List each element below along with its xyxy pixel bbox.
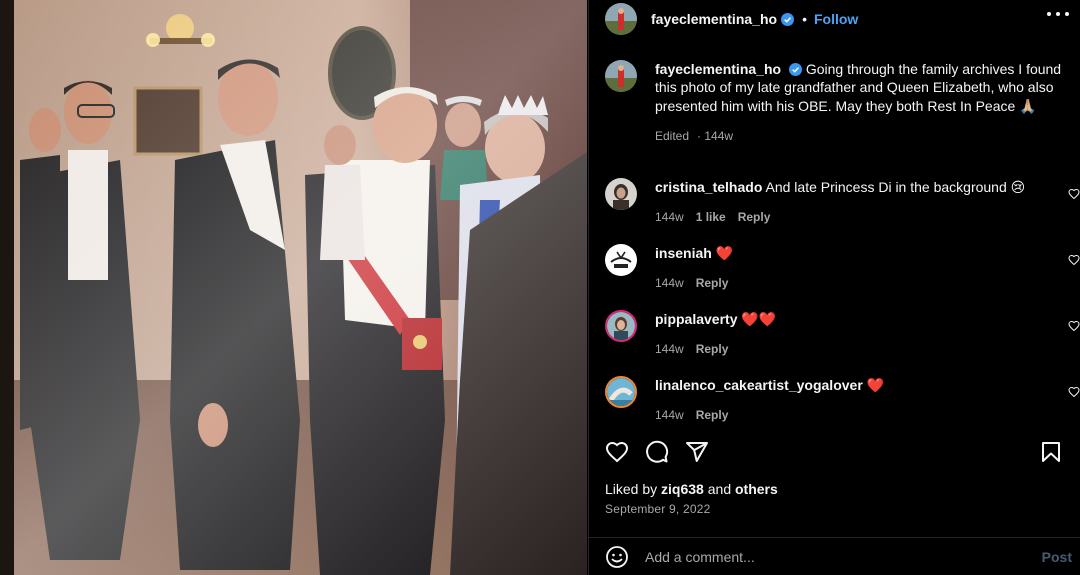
post-side-panel: fayeclementina_ho • Follow fayeclementin…	[588, 0, 1080, 575]
comment-text: ❤️❤️	[741, 311, 777, 327]
comment-username[interactable]: inseniah	[655, 245, 712, 261]
comment-likes[interactable]: 1 like	[696, 208, 726, 226]
comment-timestamp[interactable]: 144w	[655, 340, 684, 358]
commenter-avatar[interactable]	[605, 178, 637, 210]
emoji-icon[interactable]	[605, 545, 629, 569]
comment-timestamp[interactable]: 144w	[655, 274, 684, 292]
comment-composer: Post	[589, 537, 1080, 575]
post-date[interactable]: September 9, 2022	[605, 502, 710, 516]
likes-summary: Liked by ziq638 and others	[605, 481, 778, 497]
comment-item: cristina_telhado And late Princess Di in…	[605, 178, 1080, 226]
comment-username[interactable]: linalenco_cakeartist_yogalover	[655, 377, 863, 393]
archive-photo-image	[0, 0, 587, 575]
author-username[interactable]: fayeclementina_ho	[651, 11, 777, 27]
caption-verified-badge-icon	[788, 63, 802, 76]
caption-avatar[interactable]	[605, 60, 637, 92]
separator-dot: •	[802, 11, 807, 27]
reply-button[interactable]: Reply	[696, 406, 729, 424]
reply-button[interactable]: Reply	[696, 274, 729, 292]
comment-like-heart-icon[interactable]	[1068, 386, 1080, 398]
post-actions-bar	[605, 440, 1067, 464]
comment-username[interactable]: pippalaverty	[655, 311, 737, 327]
verified-badge-icon	[781, 12, 795, 26]
post-comment-button[interactable]: Post	[1042, 549, 1072, 565]
comment-item: pippalaverty ❤️❤️ 144w Reply	[605, 310, 1080, 358]
comment-input[interactable]	[645, 548, 1042, 565]
more-options-icon[interactable]	[1047, 6, 1069, 22]
comment-timestamp[interactable]: 144w	[655, 406, 684, 424]
comment-item: linalenco_cakeartist_yogalover ❤️ 144w R…	[605, 376, 1080, 424]
heart-icon[interactable]	[605, 440, 629, 464]
post-photo[interactable]	[0, 0, 587, 575]
reply-button[interactable]: Reply	[738, 208, 771, 226]
post-caption: fayeclementina_ho Going through the fami…	[605, 60, 1065, 145]
commenter-avatar[interactable]	[605, 376, 637, 408]
commenter-avatar[interactable]	[605, 310, 637, 342]
follow-button[interactable]: Follow	[814, 11, 858, 27]
comment-timestamp[interactable]: 144w	[655, 208, 684, 226]
share-icon[interactable]	[685, 440, 709, 464]
author-avatar[interactable]	[605, 3, 637, 35]
caption-timestamp[interactable]: 144w	[704, 129, 733, 143]
comment-text: ❤️	[866, 377, 885, 393]
liked-by-others[interactable]: others	[735, 481, 778, 497]
reply-button[interactable]: Reply	[696, 340, 729, 358]
comment-text: And late Princess Di in the background 😢	[765, 179, 1026, 195]
liked-by-user[interactable]: ziq638	[661, 481, 704, 497]
comment-like-heart-icon[interactable]	[1068, 320, 1080, 332]
comment-like-heart-icon[interactable]	[1068, 254, 1080, 266]
comment-text: ❤️	[715, 245, 734, 261]
comment-icon[interactable]	[645, 440, 669, 464]
post-header: fayeclementina_ho • Follow	[589, 0, 1080, 38]
comment-like-heart-icon[interactable]	[1068, 188, 1080, 200]
comment-username[interactable]: cristina_telhado	[655, 179, 762, 195]
comment-item: inseniah ❤️ 144w Reply	[605, 244, 1080, 292]
commenter-avatar[interactable]	[605, 244, 637, 276]
liked-by-connector: and	[707, 481, 732, 497]
edited-label: Edited	[655, 128, 690, 143]
caption-username[interactable]: fayeclementina_ho	[655, 61, 781, 77]
liked-by-prefix: Liked by	[605, 481, 658, 497]
bookmark-icon[interactable]	[1039, 440, 1063, 464]
